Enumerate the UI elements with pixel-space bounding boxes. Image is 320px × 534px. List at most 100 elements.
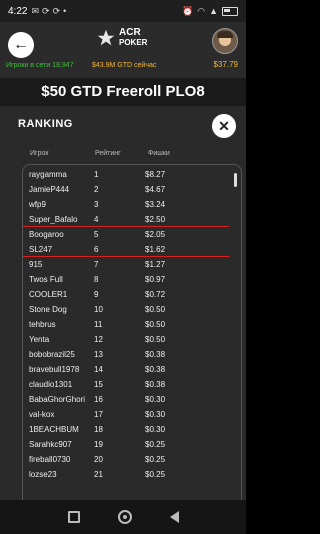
dot-icon: • <box>63 5 67 16</box>
table-row[interactable]: 1BEACHBUM 18 $0.30 <box>23 422 241 437</box>
gtd-now: $43.9M GTD сейчас <box>92 62 157 69</box>
table-row[interactable]: val-kox 17 $0.30 <box>23 407 241 422</box>
ranking-table[interactable]: raygamma 1 $8.27 JamieP444 2 $4.67 wfp9 3 $3.24 S… <box>22 164 242 501</box>
player-rank: 17 <box>94 410 103 419</box>
player-name: lozse23 <box>29 470 57 479</box>
player-chips: $1.27 <box>145 260 166 269</box>
player-chips: $0.25 <box>145 470 166 479</box>
player-rank: 1 <box>94 170 99 179</box>
player-chips: $3.24 <box>145 200 166 209</box>
player-name: fireball0730 <box>29 455 71 464</box>
table-row[interactable]: tehbrus 11 $0.50 <box>23 317 241 332</box>
table-row[interactable]: Boogaroo 5 $2.05 <box>23 227 241 242</box>
avatar[interactable] <box>212 28 238 54</box>
player-name: tehbrus <box>29 320 56 329</box>
scrollbar[interactable] <box>234 173 237 187</box>
player-name: 915 <box>29 260 43 269</box>
player-chips: $2.50 <box>145 215 166 224</box>
table-row[interactable]: Twos Full 8 $0.97 <box>23 272 241 287</box>
player-rank: 3 <box>94 200 99 209</box>
player-chips: $0.25 <box>145 440 166 449</box>
player-name: Boogaroo <box>29 230 64 239</box>
player-chips: $0.38 <box>145 380 166 389</box>
logo-line-2: POKER <box>119 38 148 47</box>
table-row[interactable]: COOLER1 9 $0.72 <box>23 287 241 302</box>
player-rank: 19 <box>94 440 103 449</box>
player-name: BabaGhorGhori <box>29 395 86 404</box>
player-chips: $0.38 <box>145 365 166 374</box>
close-icon: ✕ <box>218 117 230 134</box>
status-bar: 4:22 ✉ ⟳ ⟳ • ⏰ ◠ ▲ <box>0 0 246 22</box>
player-rank: 4 <box>94 215 99 224</box>
player-chips: $4.67 <box>145 185 166 194</box>
player-rank: 9 <box>94 290 99 299</box>
player-chips: $0.50 <box>145 335 166 344</box>
table-row[interactable]: 915 7 $1.27 <box>23 257 241 272</box>
table-row[interactable]: BabaGhorGhori 16 $0.30 <box>23 392 241 407</box>
player-name: SL247 <box>29 245 53 254</box>
player-chips: $0.30 <box>145 410 166 419</box>
player-rank: 11 <box>94 320 103 329</box>
app-header: ← ACR POKER Игроки в сети 18,947 $43.9M … <box>0 22 246 78</box>
wifi-icon: ◠ <box>197 5 206 16</box>
player-name: COOLER1 <box>29 290 68 299</box>
player-name: Yenta <box>29 335 50 344</box>
player-rank: 12 <box>94 335 103 344</box>
close-button[interactable]: ✕ <box>212 114 236 138</box>
table-row[interactable]: Super_Bafalo 4 $2.50 <box>23 212 241 227</box>
table-row[interactable]: bobobrazil25 13 $0.38 <box>23 347 241 362</box>
signal-icon: ▲ <box>209 6 218 16</box>
online-players: Игроки в сети 18,947 <box>6 62 74 69</box>
player-name: claudio1301 <box>29 380 73 389</box>
player-chips: $0.25 <box>145 455 166 464</box>
home-icon[interactable] <box>117 510 132 524</box>
table-row[interactable]: wfp9 3 $3.24 <box>23 197 241 212</box>
table-row[interactable]: bravebull1978 14 $0.38 <box>23 362 241 377</box>
player-name: Sarahkc907 <box>29 440 72 449</box>
sync-icon: ⟳ <box>42 5 50 16</box>
player-chips: $0.30 <box>145 425 166 434</box>
player-name: bravebull1978 <box>29 365 80 374</box>
player-name: Stone Dog <box>29 305 67 314</box>
player-chips: $0.50 <box>145 305 166 314</box>
clock: 4:22 <box>8 5 28 17</box>
ranking-modal: RANKING ✕ Игрок Рейтинг Фишки raygamma 1 $… <box>0 106 246 501</box>
player-rank: 15 <box>94 380 103 389</box>
player-name: 1BEACHBUM <box>29 425 79 434</box>
mail-icon: ✉ <box>31 5 40 16</box>
back-icon[interactable] <box>169 511 179 523</box>
table-row[interactable]: JamieP444 2 $4.67 <box>23 182 241 197</box>
player-rank: 14 <box>94 365 103 374</box>
player-rank: 6 <box>94 245 99 254</box>
player-chips: $0.97 <box>145 275 166 284</box>
table-row[interactable]: Sarahkc907 19 $0.25 <box>23 437 241 452</box>
player-rank: 8 <box>94 275 99 284</box>
column-header-player: Игрок <box>30 150 49 157</box>
acr-poker-logo: ACR POKER <box>96 28 147 48</box>
back-button[interactable]: ← <box>8 32 34 58</box>
player-rank: 13 <box>94 350 103 359</box>
table-row[interactable]: Yenta 12 $0.50 <box>23 332 241 347</box>
table-row[interactable]: raygamma 1 $8.27 <box>23 167 241 182</box>
player-chips: $1.62 <box>145 245 166 254</box>
player-rank: 18 <box>94 425 103 434</box>
tournament-title: $50 GTD Freeroll PLO8 <box>0 78 246 106</box>
recents-icon[interactable] <box>67 511 80 523</box>
player-rank: 20 <box>94 455 103 464</box>
table-row[interactable]: lozse23 21 $0.25 <box>23 467 241 482</box>
table-row[interactable]: Stone Dog 10 $0.50 <box>23 302 241 317</box>
system-nav-bar <box>0 500 246 534</box>
player-chips: $2.05 <box>145 230 166 239</box>
player-rank: 21 <box>94 470 103 479</box>
player-name: wfp9 <box>29 200 46 209</box>
player-name: Twos Full <box>29 275 63 284</box>
column-header-rank: Рейтинг <box>95 150 121 157</box>
table-row[interactable]: fireball0730 20 $0.25 <box>23 452 241 467</box>
player-chips: $0.38 <box>145 350 166 359</box>
player-name: JamieP444 <box>29 185 70 194</box>
table-row[interactable]: claudio1301 15 $0.38 <box>23 377 241 392</box>
player-name: val-kox <box>29 410 55 419</box>
player-rank: 7 <box>94 260 99 269</box>
arrow-left-icon: ← <box>13 36 29 53</box>
table-row[interactable]: SL247 6 $1.62 <box>23 242 241 257</box>
